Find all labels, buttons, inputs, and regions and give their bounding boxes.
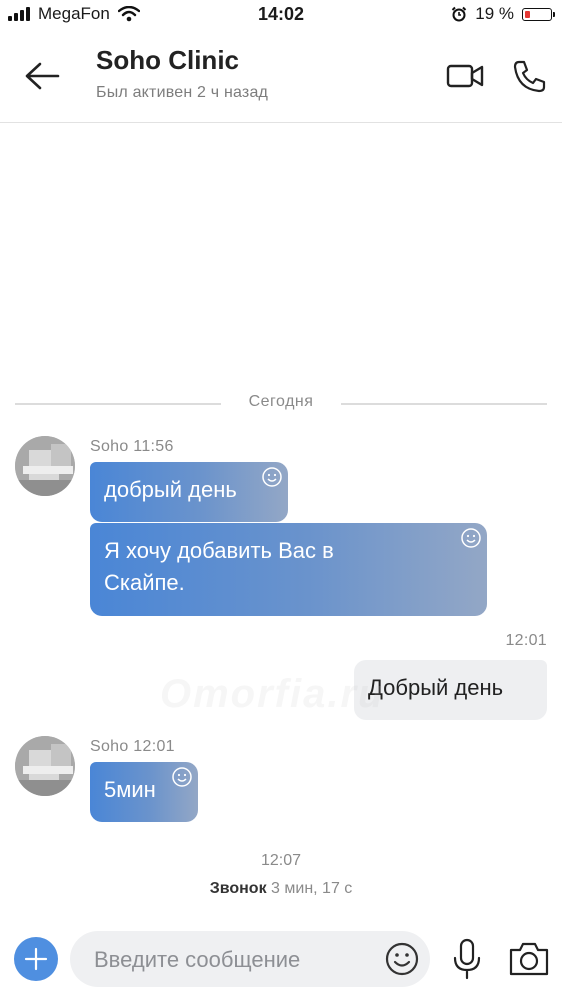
message-input-container bbox=[70, 931, 430, 989]
battery-group: 19 % bbox=[451, 4, 555, 24]
emoji-icon[interactable] bbox=[384, 941, 420, 977]
avatar-image bbox=[15, 736, 75, 796]
chat-header: Soho Clinic Был активен 2 ч назад bbox=[0, 32, 562, 123]
watermark: Omorfia.ru bbox=[160, 672, 385, 716]
plus-icon bbox=[24, 947, 48, 971]
battery-percent: 19 % bbox=[475, 4, 514, 23]
divider-line-right bbox=[341, 403, 547, 405]
call-time: 12:07 bbox=[260, 852, 302, 869]
message-text: Я хочу добавить Вас в Скайпе. bbox=[104, 538, 334, 595]
avatar-image bbox=[15, 436, 75, 496]
message-text: Добрый день bbox=[368, 675, 504, 700]
message-meta: 12:01 bbox=[505, 632, 547, 649]
call-label: Звонок bbox=[209, 880, 267, 897]
reaction-smile-icon[interactable] bbox=[261, 466, 283, 488]
avatar[interactable] bbox=[15, 736, 75, 796]
presence-status: Был активен 2 ч назад bbox=[96, 84, 269, 101]
microphone-icon[interactable] bbox=[450, 938, 484, 980]
add-attachment-button[interactable] bbox=[14, 937, 58, 981]
battery-icon bbox=[522, 7, 555, 21]
avatar[interactable] bbox=[15, 436, 75, 496]
chat-title[interactable]: Soho Clinic bbox=[96, 45, 239, 76]
date-divider: Сегодня bbox=[15, 392, 547, 414]
message-meta: Soho 12:01 bbox=[90, 738, 175, 755]
call-event: Звонок 3 мин, 17 с bbox=[0, 880, 562, 898]
video-call-icon[interactable] bbox=[446, 58, 486, 94]
date-label: Сегодня bbox=[248, 393, 314, 410]
message-bubble[interactable]: добрый день bbox=[90, 462, 288, 522]
message-bubble[interactable]: Я хочу добавить Вас в Скайпе. bbox=[90, 523, 487, 616]
camera-icon[interactable] bbox=[508, 940, 550, 978]
phone-icon[interactable] bbox=[510, 58, 550, 94]
reaction-smile-icon[interactable] bbox=[460, 527, 482, 549]
call-duration: 3 мин, 17 с bbox=[271, 880, 353, 897]
message-meta: Soho 11:56 bbox=[90, 438, 174, 455]
message-bubble[interactable]: 5мин bbox=[90, 762, 198, 822]
back-arrow-icon[interactable] bbox=[22, 58, 62, 94]
message-input[interactable] bbox=[92, 931, 376, 989]
alarm-icon bbox=[452, 6, 467, 22]
status-bar: MegaFon 14:02 19 % bbox=[0, 0, 562, 32]
reaction-smile-icon[interactable] bbox=[171, 766, 193, 788]
message-text: 5мин bbox=[104, 777, 156, 802]
message-text: добрый день bbox=[104, 477, 237, 502]
